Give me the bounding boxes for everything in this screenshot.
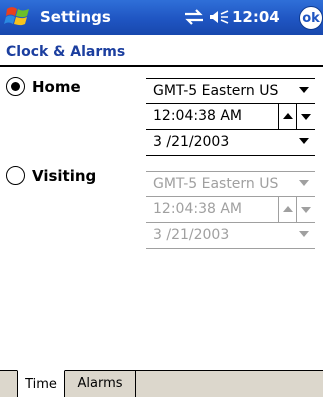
- home-timezone-select[interactable]: GMT-5 Eastern US: [146, 78, 315, 104]
- visiting-date-select: 3 /21/2003: [146, 223, 315, 249]
- chevron-down-icon: [299, 180, 309, 186]
- page-header: Clock & Alarms: [0, 35, 323, 67]
- visiting-time-value: 12:04:38 AM: [153, 201, 242, 217]
- speaker-icon[interactable]: [209, 9, 229, 25]
- home-date-select[interactable]: 3 /21/2003: [146, 130, 315, 156]
- clock[interactable]: 12:04: [232, 8, 280, 26]
- ok-button[interactable]: ok: [299, 6, 323, 30]
- tab-bar: Time Alarms: [0, 370, 323, 397]
- app-title[interactable]: Settings: [40, 8, 111, 26]
- home-time-spinner[interactable]: [278, 104, 315, 129]
- chevron-down-icon: [299, 231, 309, 237]
- windows-flag-icon[interactable]: [4, 3, 32, 31]
- home-radio-button[interactable]: [6, 77, 25, 96]
- connectivity-icon[interactable]: [183, 9, 205, 25]
- page-title: Clock & Alarms: [6, 44, 126, 60]
- radio-selected-dot: [10, 81, 20, 91]
- tab-time[interactable]: Time: [17, 370, 65, 397]
- visiting-date-value: 3 /21/2003: [153, 227, 230, 243]
- chevron-down-icon[interactable]: [299, 138, 309, 144]
- tab-alarms[interactable]: Alarms: [65, 370, 136, 397]
- home-label: Home: [32, 77, 81, 96]
- home-radio[interactable]: Home: [6, 77, 81, 96]
- visiting-time-field: 12:04:38 AM: [146, 197, 315, 223]
- home-time-field[interactable]: 12:04:38 AM: [146, 104, 315, 130]
- visiting-time-spinner: [278, 197, 315, 222]
- chevron-down-icon[interactable]: [299, 87, 309, 93]
- spin-up-icon[interactable]: [279, 104, 297, 129]
- title-bar: Settings 12:04 ok: [0, 0, 323, 35]
- visiting-timezone-select: GMT-5 Eastern US: [146, 171, 315, 197]
- home-time-value[interactable]: 12:04:38 AM: [153, 108, 242, 124]
- spin-up-icon: [279, 197, 297, 222]
- home-date-value: 3 /21/2003: [153, 134, 230, 150]
- home-timezone-value: GMT-5 Eastern US: [153, 83, 279, 99]
- visiting-radio[interactable]: Visiting: [6, 166, 96, 185]
- visiting-timezone-value: GMT-5 Eastern US: [153, 176, 279, 192]
- visiting-label: Visiting: [32, 166, 97, 185]
- spin-down-icon: [297, 197, 316, 222]
- visiting-radio-button[interactable]: [6, 166, 25, 185]
- spin-down-icon[interactable]: [297, 104, 316, 129]
